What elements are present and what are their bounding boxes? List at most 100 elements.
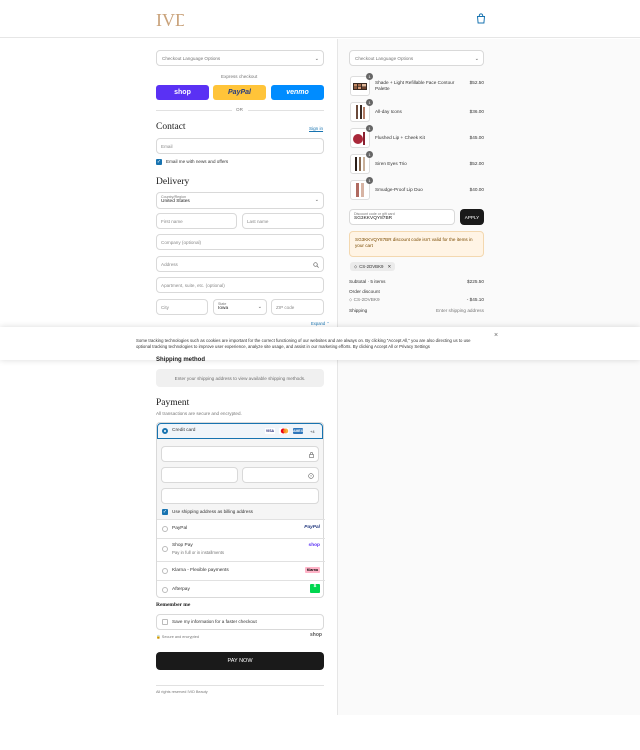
subtotal-value: $225.50 (467, 279, 484, 284)
divider (248, 110, 324, 111)
shipping-row: Shipping Enter shipping address (349, 308, 484, 313)
state-value: Iowa (218, 306, 229, 311)
lock-icon (309, 452, 314, 458)
item-name: Flushed Lip + Cheek Kit (375, 135, 425, 140)
afterpay-icon: $ (310, 584, 320, 593)
remove-icon[interactable]: ✕ (387, 264, 391, 270)
name-on-card-field[interactable] (161, 488, 319, 504)
chevron-down-icon: ⌄ (314, 56, 319, 62)
country-value: United States (161, 199, 190, 204)
language-select-right[interactable]: Checkout Language Options ⌄ (349, 50, 484, 66)
help-icon[interactable]: ? (308, 473, 314, 479)
item-price: $52.50 (469, 80, 484, 85)
remember-option[interactable]: Save my information for a faster checkou… (156, 614, 324, 630)
pay-now-button[interactable]: PAY NOW (156, 652, 324, 670)
footer-text: All rights reserved IVID Beauty (156, 690, 208, 694)
klarna-option[interactable]: Klarna - Flexible payments Klarna (157, 561, 325, 580)
chevron-down-icon: ⌄ (314, 197, 319, 203)
afterpay-radio[interactable] (162, 587, 168, 593)
paypal-button[interactable]: PayPal (213, 85, 266, 100)
delivery-heading: Delivery (156, 177, 190, 187)
chevron-down-icon: ⌄ (474, 56, 479, 62)
bag-icon[interactable] (476, 13, 486, 24)
first-name-field[interactable]: First name (156, 213, 237, 229)
visa-icon: VISA (265, 428, 275, 434)
subtotal-label: Subtotal · 5 items (349, 279, 386, 284)
cookie-banner: Some tracking technologies such as cooki… (0, 327, 640, 360)
paypal-option[interactable]: PayPal PayPal (157, 519, 325, 538)
order-discount-label: Order discount (349, 289, 380, 294)
card-number-field[interactable] (161, 446, 319, 462)
payment-heading: Payment (156, 398, 190, 408)
tag-icon: ⬦ (354, 264, 358, 269)
shop-pay-button[interactable]: shop (156, 85, 209, 100)
eyes-trio-image (355, 157, 365, 171)
remember-checkbox[interactable] (162, 619, 168, 625)
item-price: $52.00 (469, 161, 484, 166)
expand-link[interactable]: Expand ⌃ (311, 321, 330, 326)
palette-image (353, 83, 367, 90)
language-select[interactable]: Checkout Language Options ⌄ (156, 50, 324, 66)
item-name: Siren Eyes Trio (375, 161, 407, 166)
secure-text: Secure and encrypted (161, 635, 199, 639)
shop-pay-radio[interactable] (162, 546, 168, 552)
state-select[interactable]: State Iowa ⌄ (213, 299, 267, 315)
item-qty-badge: 1 (366, 99, 373, 106)
billing-same-checkbox[interactable]: ✓ (162, 509, 168, 515)
address-placeholder: Address (161, 261, 178, 267)
close-icon[interactable]: × (494, 332, 498, 339)
header: IVD (0, 0, 640, 38)
expiry-field[interactable] (161, 467, 238, 483)
newsletter-checkbox[interactable]: ✓ (156, 159, 162, 165)
newsletter-label: Email me with news and offers (166, 159, 229, 164)
chevron-down-icon: ⌄ (257, 304, 262, 310)
security-code-field[interactable]: ? (242, 467, 319, 483)
apartment-field[interactable]: Apartment, suite, etc. (optional) (156, 277, 324, 293)
remember-label: Save my information for a faster checkou… (172, 619, 257, 624)
afterpay-label: Afterpay (172, 587, 190, 592)
sign-in-link[interactable]: Sign in (309, 126, 323, 131)
remember-heading: Remember me (156, 602, 191, 608)
company-field[interactable]: Company (optional) (156, 234, 324, 250)
afterpay-option[interactable]: Afterpay $ (157, 580, 325, 598)
item-name: Smudge-Proof Lip Duo (375, 187, 423, 192)
item-qty-badge: 1 (366, 125, 373, 132)
venmo-button[interactable]: venmo (271, 85, 324, 100)
shipping-value: Enter shipping address (436, 308, 484, 313)
tag-icon: ⬦ (349, 297, 353, 302)
secure-label: 🔒 Secure and encrypted (156, 635, 199, 639)
cookie-text: Some tracking technologies such as cooki… (136, 338, 471, 349)
icons-image (356, 105, 365, 119)
city-field[interactable]: City (156, 299, 208, 315)
brand-logo[interactable]: IVD (154, 7, 184, 31)
paypal-icon: PayPal (304, 525, 320, 530)
discount-field[interactable]: Discount code or gift card SG3KKVQY87BR (349, 209, 455, 225)
item-price: $45.00 (469, 135, 484, 140)
shop-pay-option[interactable]: Shop Pay Pay in full or in installments … (157, 538, 325, 561)
country-select[interactable]: Country/Region United States ⌄ (156, 192, 324, 209)
apply-button[interactable]: APPLY (460, 209, 484, 225)
order-discount-code: CS-2DVBK9 (353, 297, 380, 302)
discount-warning: SG3KKVQY87BR discount code isn't valid f… (349, 231, 484, 257)
language-select-label: Checkout Language Options (162, 55, 221, 61)
credit-card-option[interactable]: Credit card VISA AMEX +4 (157, 423, 323, 439)
shop-pay-sub: Pay in full or in installments (172, 550, 225, 555)
last-name-field[interactable]: Last name (242, 213, 324, 229)
payment-methods: Credit card VISA AMEX +4 ? ✓ Use shippin… (156, 422, 325, 598)
divider (156, 110, 232, 111)
paypal-radio[interactable] (162, 526, 168, 532)
discount-value: SG3KKVQY87BR (354, 216, 393, 221)
address-field[interactable]: Address (156, 256, 324, 272)
lip-cheek-image (353, 132, 365, 145)
search-icon (313, 262, 319, 268)
email-field[interactable]: Email (156, 138, 324, 154)
more-cards-label: +4 (310, 429, 315, 434)
shop-logo: shop (310, 632, 322, 638)
zip-field[interactable]: ZIP code (271, 299, 324, 315)
klarna-icon: Klarna (304, 567, 320, 573)
lip-duo-image (356, 183, 364, 197)
klarna-radio[interactable] (162, 568, 168, 574)
credit-card-radio[interactable] (162, 428, 168, 434)
shop-pay-label: Shop Pay (172, 543, 193, 548)
item-price: $40.00 (469, 187, 484, 192)
